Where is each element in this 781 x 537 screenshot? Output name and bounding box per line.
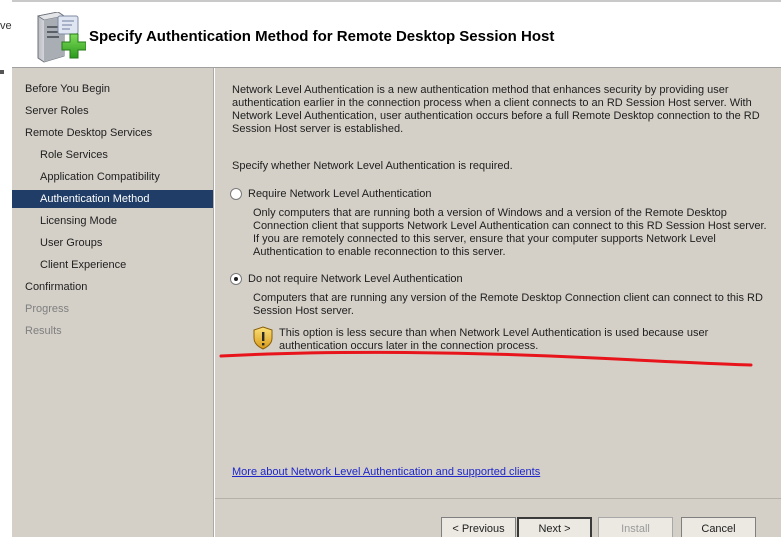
- previous-button[interactable]: < Previous: [441, 517, 516, 537]
- nla-help-link[interactable]: More about Network Level Authentication …: [232, 466, 540, 478]
- nav-item-client-experience[interactable]: Client Experience: [12, 256, 213, 274]
- install-button[interactable]: Install: [598, 517, 673, 537]
- intro-text: Network Level Authentication is a new au…: [232, 84, 760, 136]
- description-line: Only computers that are running both a v…: [253, 207, 727, 219]
- nla-prompt: Specify whether Network Level Authentica…: [232, 160, 513, 172]
- warning-line: This option is less secure than when Net…: [279, 327, 709, 339]
- nav-item-confirmation[interactable]: Confirmation: [12, 278, 213, 296]
- page-title: Specify Authentication Method for Remote…: [89, 28, 555, 45]
- require-nla-radio[interactable]: [230, 188, 242, 200]
- require-nla-description: Only computers that are running both a v…: [253, 207, 767, 259]
- intro-line: Session Host server is established.: [232, 123, 404, 135]
- background-window-text: ve: [0, 20, 12, 32]
- description-line: If you are remotely connected to this se…: [253, 233, 716, 245]
- cancel-button[interactable]: Cancel: [681, 517, 756, 537]
- nav-item-progress: Progress: [25, 303, 70, 315]
- nav-item-remote-desktop-services[interactable]: Remote Desktop Services: [12, 124, 213, 142]
- description-line: Authentication to enable reconnection to…: [253, 246, 506, 258]
- intro-line: Network Level Authentication is a new au…: [232, 84, 729, 96]
- radio-selected-dot: [234, 277, 238, 281]
- background-window-edge: ve: [0, 0, 12, 537]
- description-line: Connection client that supports Network …: [253, 220, 767, 232]
- nav-item-authentication-method[interactable]: Authentication Method: [12, 190, 213, 208]
- intro-line: Network Level Authentication, user authe…: [232, 110, 760, 122]
- description-line: Session Host server.: [253, 305, 354, 317]
- wizard-nav: Before You Begin Server Roles Remote Des…: [12, 68, 214, 537]
- nav-item-server-roles[interactable]: Server Roles: [12, 102, 213, 120]
- intro-line: authentication earlier in the connection…: [232, 97, 752, 109]
- description-line: Computers that are running any version o…: [253, 292, 763, 304]
- nav-item-role-services[interactable]: Role Services: [12, 146, 213, 164]
- background-window-mark: [0, 70, 4, 74]
- wizard-content: Network Level Authentication is a new au…: [215, 68, 781, 498]
- no-nla-label[interactable]: Do not require Network Level Authenticat…: [248, 273, 463, 286]
- require-nla-label[interactable]: Require Network Level Authentication: [248, 188, 431, 201]
- nav-item-results: Results: [25, 325, 62, 337]
- nav-item-user-groups[interactable]: User Groups: [12, 234, 213, 252]
- warning-shield-icon: [253, 326, 273, 350]
- no-nla-radio[interactable]: [230, 273, 242, 285]
- nav-item-before-you-begin[interactable]: Before You Begin: [12, 80, 213, 98]
- no-nla-description: Computers that are running any version o…: [253, 292, 763, 318]
- red-annotation-underline: [219, 350, 753, 367]
- server-add-role-icon: [36, 12, 86, 63]
- wizard-button-bar: < Previous Next > Install Cancel: [215, 498, 781, 537]
- wizard-header: Specify Authentication Method for Remote…: [12, 2, 781, 68]
- nav-item-licensing-mode[interactable]: Licensing Mode: [12, 212, 213, 230]
- nav-item-application-compatibility[interactable]: Application Compatibility: [12, 168, 213, 186]
- next-button[interactable]: Next >: [517, 517, 592, 537]
